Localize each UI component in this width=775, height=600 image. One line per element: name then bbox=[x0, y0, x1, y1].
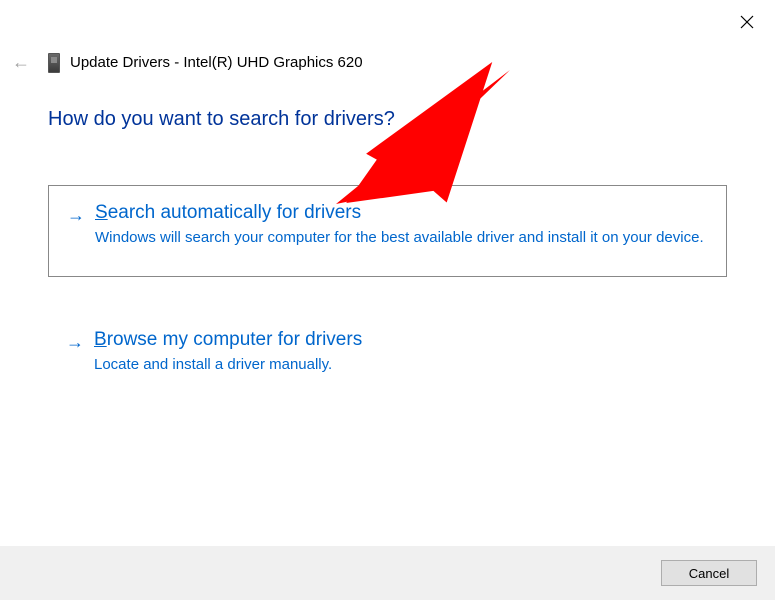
cancel-button[interactable]: Cancel bbox=[661, 560, 757, 586]
close-icon bbox=[740, 15, 754, 29]
option-title: Browse my computer for drivers bbox=[94, 329, 709, 351]
option-description: Windows will search your computer for th… bbox=[95, 228, 708, 248]
option-title: Search automatically for drivers bbox=[95, 202, 708, 224]
arrow-right-icon: → bbox=[66, 332, 84, 353]
option-search-automatically[interactable]: → Search automatically for drivers Windo… bbox=[48, 185, 727, 277]
content-area: How do you want to search for drivers? →… bbox=[0, 73, 775, 386]
device-icon bbox=[48, 53, 60, 73]
header: ← Update Drivers - Intel(R) UHD Graphics… bbox=[0, 0, 775, 73]
close-button[interactable] bbox=[737, 12, 757, 32]
option-browse-computer[interactable]: → Browse my computer for drivers Locate … bbox=[48, 313, 727, 385]
question-heading: How do you want to search for drivers? bbox=[48, 108, 727, 131]
back-arrow-icon: ← bbox=[12, 52, 30, 73]
footer: Cancel bbox=[0, 546, 775, 600]
arrow-right-icon: → bbox=[67, 205, 85, 226]
option-description: Locate and install a driver manually. bbox=[94, 355, 709, 375]
window-title: Update Drivers - Intel(R) UHD Graphics 6… bbox=[70, 54, 363, 71]
